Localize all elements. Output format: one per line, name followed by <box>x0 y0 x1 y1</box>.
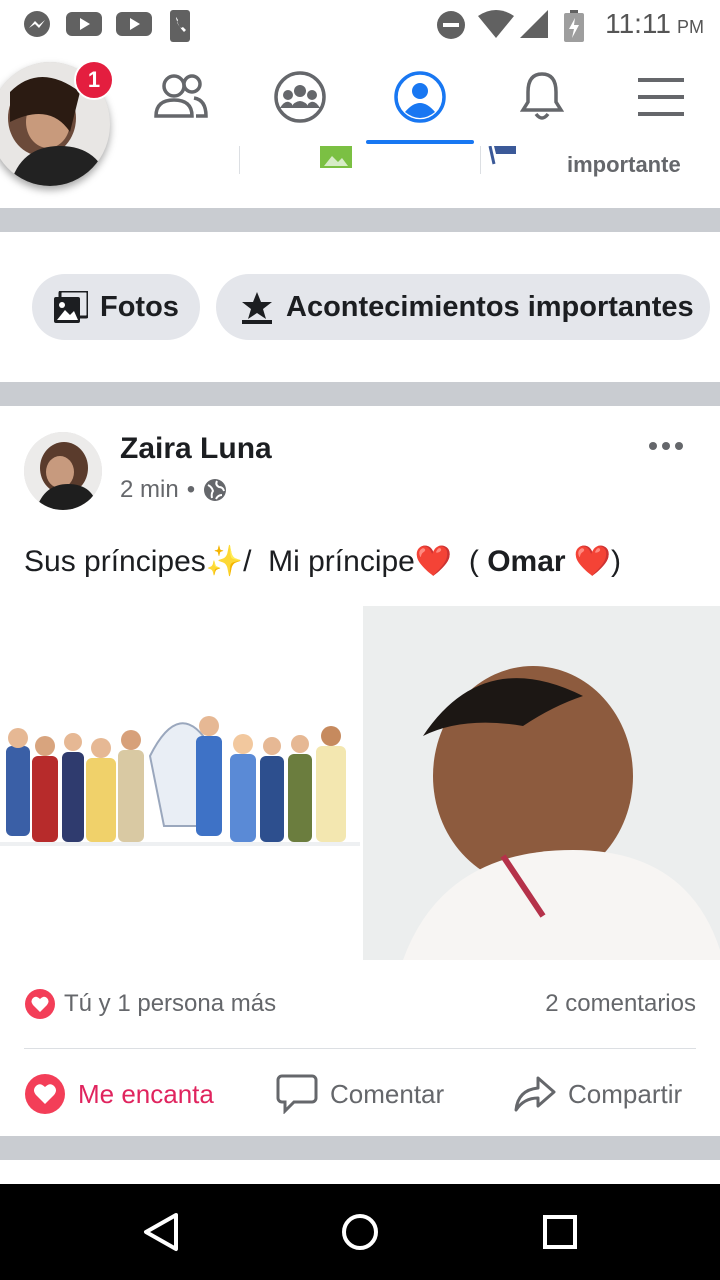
post-author-avatar[interactable] <box>24 432 102 510</box>
post-author-name[interactable]: Zaira Luna <box>120 432 272 466</box>
signal-icon <box>520 10 548 38</box>
profile-icon[interactable] <box>393 70 447 124</box>
home-icon[interactable] <box>340 1212 380 1252</box>
divider <box>480 146 481 174</box>
share-icon <box>514 1076 556 1112</box>
friends-icon[interactable] <box>154 72 208 118</box>
divider <box>239 146 240 174</box>
share-button[interactable]: Compartir <box>514 1070 682 1118</box>
life-events-chip-label: Acontecimientos importantes <box>286 290 694 323</box>
reactions-summary[interactable]: Tú y 1 persona más 2 comentarios <box>24 986 696 1026</box>
photos-icon <box>54 291 88 323</box>
love-icon <box>25 1074 65 1114</box>
notification-badge: 1 <box>74 60 114 100</box>
flag-icon[interactable] <box>488 146 518 166</box>
youtube-icon <box>116 12 152 36</box>
share-button-label: Compartir <box>568 1078 683 1109</box>
post-time[interactable]: 2 min <box>120 476 179 504</box>
youtube-icon <box>66 12 102 36</box>
status-bar: 11:11 PM <box>0 0 720 50</box>
meta-separator: • <box>186 476 196 503</box>
section-divider <box>0 1136 720 1160</box>
clock: 11:11 PM <box>605 8 704 39</box>
post-photo-princes[interactable] <box>0 606 360 960</box>
reactions-text: Tú y 1 persona más <box>64 990 277 1017</box>
love-button-label: Me encanta <box>78 1078 214 1109</box>
wifi-icon <box>478 10 514 38</box>
star-flag-icon <box>242 292 272 324</box>
android-nav-bar <box>0 1184 720 1280</box>
more-options-icon[interactable] <box>648 436 684 456</box>
section-divider <box>0 208 720 232</box>
life-events-chip[interactable]: Acontecimientos importantes <box>216 274 710 340</box>
post-meta: 2 min • <box>120 476 227 504</box>
love-button[interactable]: Me encanta <box>24 1070 214 1118</box>
heart-emoji: ❤️ <box>414 545 453 578</box>
battery-icon <box>564 10 584 42</box>
dnd-icon <box>437 11 465 39</box>
profile-actions-strip: importante <box>0 146 720 208</box>
globe-icon <box>204 479 227 501</box>
groups-icon[interactable] <box>273 70 327 124</box>
comment-button-label: Comentar <box>330 1078 445 1109</box>
comments-count[interactable]: 2 comentarios <box>545 990 696 1018</box>
photo-icon[interactable] <box>320 146 352 168</box>
section-divider <box>0 382 720 406</box>
tagged-person[interactable]: Omar <box>487 545 565 579</box>
comment-icon <box>276 1074 318 1114</box>
recents-icon[interactable] <box>542 1214 578 1250</box>
post-text: Sus príncipes ✨ / Mi príncipe ❤️ ( Omar … <box>24 544 621 579</box>
messenger-icon <box>24 11 50 37</box>
active-tab-indicator <box>366 140 474 144</box>
comment-button[interactable]: Comentar <box>276 1070 444 1118</box>
photos-chip[interactable]: Fotos <box>32 274 200 340</box>
phone-icon <box>170 10 190 42</box>
life-event-label[interactable]: importante <box>567 152 681 178</box>
photos-chip-label: Fotos <box>100 290 179 323</box>
divider <box>24 1048 696 1049</box>
bell-icon[interactable] <box>520 70 564 122</box>
heart-emoji: ❤️ <box>573 545 611 578</box>
love-reaction-icon <box>25 989 55 1019</box>
menu-icon[interactable] <box>638 78 684 116</box>
post-photo-omar[interactable] <box>363 606 720 960</box>
back-icon[interactable] <box>142 1212 180 1252</box>
sparkles-emoji: ✨ <box>205 545 244 578</box>
